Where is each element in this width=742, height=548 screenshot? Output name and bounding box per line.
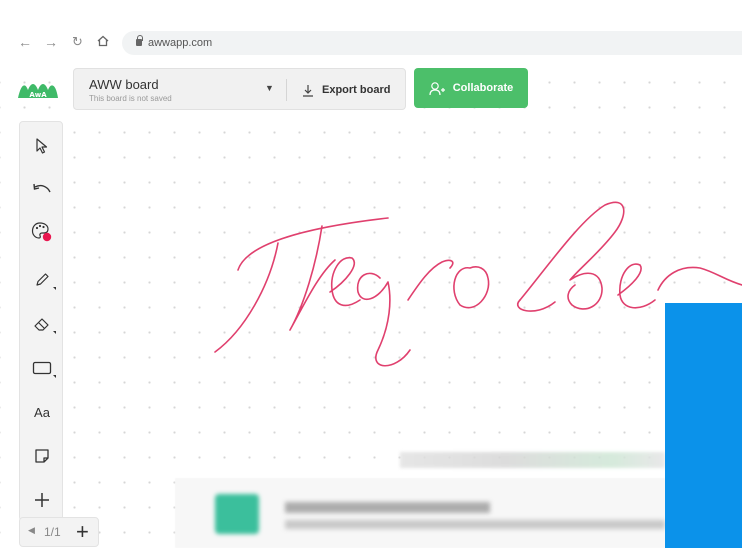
blurred-content bbox=[400, 452, 665, 468]
blurred-text-line bbox=[285, 502, 490, 513]
blurred-text-line bbox=[285, 520, 665, 529]
avatar bbox=[215, 494, 259, 534]
side-overlay-panel bbox=[665, 303, 742, 548]
